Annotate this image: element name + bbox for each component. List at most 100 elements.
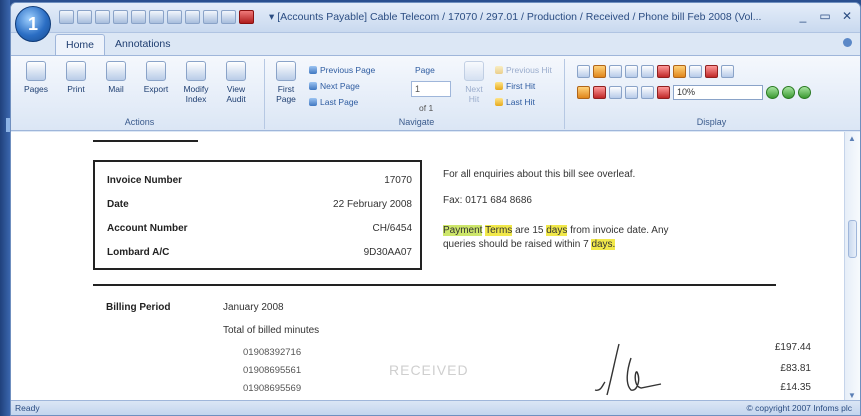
refresh-icon[interactable] bbox=[798, 86, 811, 99]
view-audit-icon bbox=[226, 61, 246, 81]
print-icon[interactable] bbox=[95, 10, 110, 24]
previous-hit-button[interactable]: Previous Hit bbox=[495, 65, 552, 75]
layout-icon[interactable] bbox=[625, 65, 638, 78]
zoom-fit-icon[interactable] bbox=[657, 86, 670, 99]
single-page-icon[interactable] bbox=[657, 65, 670, 78]
close-button[interactable]: ✕ bbox=[840, 9, 854, 23]
page-number-input[interactable]: 1 bbox=[411, 81, 451, 97]
payment-terms-line: Payment Terms are 15 days from invoice d… bbox=[443, 225, 669, 236]
last-arrow-icon bbox=[309, 98, 317, 106]
modify-index-button[interactable]: Modify Index bbox=[181, 61, 211, 104]
document-viewer[interactable]: Invoice Number 17070 Date 22 February 2008… bbox=[11, 132, 846, 402]
billing-period-label: Billing Period bbox=[106, 302, 171, 313]
modify-index-icon bbox=[186, 61, 206, 81]
export-icon bbox=[146, 61, 166, 81]
display-row-1 bbox=[577, 65, 734, 78]
vertical-scrollbar[interactable]: ▲ ▼ bbox=[844, 132, 860, 402]
handwritten-signature bbox=[594, 343, 662, 396]
ribbon: Pages Print Mail Export Modify Index Vie… bbox=[11, 55, 860, 131]
rotate-icon[interactable] bbox=[577, 86, 590, 99]
continuous-icon[interactable] bbox=[689, 65, 702, 78]
phone-number: 01908695569 bbox=[243, 383, 302, 394]
lombard-row: Lombard A/C 9D30AA07 bbox=[107, 247, 412, 258]
close-document-icon[interactable] bbox=[239, 10, 254, 24]
pin-icon[interactable] bbox=[593, 86, 606, 99]
invoice-number-row: Invoice Number 17070 bbox=[107, 175, 412, 186]
print-button[interactable]: Print bbox=[61, 61, 91, 94]
help-icon[interactable] bbox=[843, 38, 852, 47]
navigate-group-label: Navigate bbox=[398, 117, 435, 127]
first-page-icon[interactable] bbox=[167, 10, 182, 24]
fit-width-icon[interactable] bbox=[577, 65, 590, 78]
amount-value: £14.35 bbox=[780, 382, 811, 393]
export-button[interactable]: Export bbox=[141, 61, 171, 94]
first-hit-button[interactable]: First Hit bbox=[495, 81, 535, 91]
next-hit-big-button[interactable]: Next Hit bbox=[459, 61, 489, 104]
page-view-icon[interactable] bbox=[705, 65, 718, 78]
next-page-icon[interactable] bbox=[203, 10, 218, 24]
display-group-label: Display bbox=[696, 117, 727, 127]
amount-value: £197.44 bbox=[774, 342, 811, 353]
save-icon[interactable] bbox=[59, 10, 74, 24]
mail-button[interactable]: Mail bbox=[101, 61, 131, 94]
top-rule bbox=[93, 140, 198, 142]
zoom-out-icon[interactable] bbox=[625, 86, 638, 99]
view-audit-button[interactable]: View Audit bbox=[221, 61, 251, 104]
mail-icon bbox=[106, 61, 126, 81]
open-icon[interactable] bbox=[77, 10, 92, 24]
background-window-edge bbox=[0, 0, 11, 416]
application-orb-button[interactable]: 1 bbox=[15, 6, 51, 42]
highlight-days: days bbox=[546, 225, 568, 236]
dropdown-icon[interactable] bbox=[641, 65, 654, 78]
thumbnail-icon[interactable] bbox=[609, 65, 622, 78]
pages-button[interactable]: Pages bbox=[21, 61, 51, 94]
display-group: 10% Display bbox=[569, 59, 854, 129]
last-page-button[interactable]: Last Page bbox=[309, 97, 358, 107]
highlight-payment: Payment bbox=[443, 225, 483, 236]
tab-home[interactable]: Home bbox=[55, 34, 106, 56]
window-controls: _ ▭ ✕ bbox=[796, 9, 854, 23]
zoom-in-icon[interactable] bbox=[609, 86, 622, 99]
zoom-select[interactable]: 10% bbox=[673, 85, 763, 100]
viewer-window: ▾ [Accounts Payable] Cable Telecom / 170… bbox=[10, 2, 861, 416]
queries-line: queries should be raised within 7 days. bbox=[443, 239, 616, 250]
last-page-icon[interactable] bbox=[221, 10, 236, 24]
scroll-thumb[interactable] bbox=[848, 220, 857, 258]
two-page-icon[interactable] bbox=[673, 65, 686, 78]
mail-icon[interactable] bbox=[113, 10, 128, 24]
desktop-frame: ▾ [Accounts Payable] Cable Telecom / 170… bbox=[0, 0, 861, 416]
first-page-button[interactable]: First Page bbox=[271, 61, 301, 104]
scroll-up-icon[interactable]: ▲ bbox=[848, 134, 856, 143]
zoom-region-icon[interactable] bbox=[641, 86, 654, 99]
display-row-2: 10% bbox=[577, 85, 811, 100]
enquiries-note: For all enquiries about this bill see ov… bbox=[443, 169, 636, 180]
undo-icon[interactable] bbox=[149, 10, 164, 24]
previous-page-button[interactable]: Previous Page bbox=[309, 65, 375, 75]
previous-green-icon[interactable] bbox=[766, 86, 779, 99]
next-page-button[interactable]: Next Page bbox=[309, 81, 360, 91]
next-green-icon[interactable] bbox=[782, 86, 795, 99]
actions-group-label: Actions bbox=[124, 117, 155, 127]
phone-number: 01908695561 bbox=[243, 365, 302, 376]
last-hit-button[interactable]: Last Hit bbox=[495, 97, 535, 107]
amount-value: £83.81 bbox=[780, 363, 811, 374]
last-hit-icon bbox=[495, 98, 503, 106]
export-icon[interactable] bbox=[131, 10, 146, 24]
status-text: Ready bbox=[15, 403, 40, 413]
section-rule bbox=[93, 284, 776, 286]
scroll-down-icon[interactable]: ▼ bbox=[848, 391, 856, 400]
page-label: Page bbox=[415, 65, 435, 75]
minimize-button[interactable]: _ bbox=[796, 9, 810, 23]
maximize-button[interactable]: ▭ bbox=[818, 9, 832, 23]
invoice-info-box: Invoice Number 17070 Date 22 February 2008… bbox=[93, 160, 422, 270]
tab-annotations[interactable]: Annotations bbox=[105, 34, 180, 56]
page-count: of 1 bbox=[419, 103, 434, 113]
previous-page-icon[interactable] bbox=[185, 10, 200, 24]
view-dropdown-icon[interactable] bbox=[721, 65, 734, 78]
billing-period-value: January 2008 bbox=[223, 302, 284, 313]
fax-note: Fax: 0171 684 8686 bbox=[443, 195, 532, 206]
navigate-group: First Page Previous Page Next Page Last … bbox=[269, 59, 565, 129]
total-minutes-label: Total of billed minutes bbox=[223, 325, 320, 336]
fit-page-icon[interactable] bbox=[593, 65, 606, 78]
title-bar: ▾ [Accounts Payable] Cable Telecom / 170… bbox=[11, 3, 860, 33]
